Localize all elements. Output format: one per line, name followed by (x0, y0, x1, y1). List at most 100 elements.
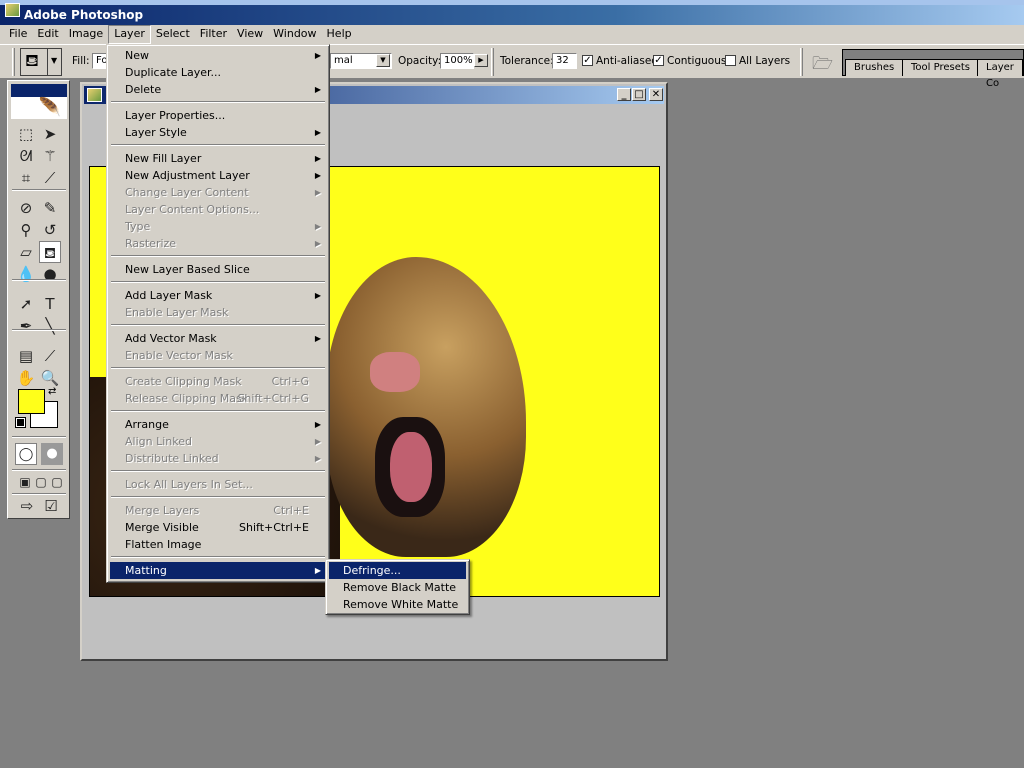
swap-colors-icon[interactable]: ⇄ (48, 386, 56, 397)
menu-item-label: Remove Black Matte (343, 581, 457, 594)
menu-separator (110, 553, 326, 562)
menu-item-defringe[interactable]: Defringe... (329, 562, 466, 579)
menu-item-duplicate-layer[interactable]: Duplicate Layer... (110, 64, 326, 81)
pencil-tool-icon[interactable]: ✎ (39, 197, 61, 219)
menu-window[interactable]: Window (268, 25, 321, 44)
blur-tool-icon[interactable]: 💧 (15, 263, 37, 285)
history-brush-tool-icon[interactable]: ↺ (39, 219, 61, 241)
menu-item-delete[interactable]: Delete ▶ (110, 81, 326, 98)
maximize-button[interactable]: □ (632, 88, 646, 101)
menu-item-new-layer-based-slice[interactable]: New Layer Based Slice (110, 261, 326, 278)
menu-edit[interactable]: Edit (32, 25, 63, 44)
menu-item-label: Arrange (125, 418, 169, 431)
menu-item-label: Create Clipping Mask (125, 375, 242, 388)
toolbox-divider (12, 189, 66, 191)
tool-preset-picker[interactable]: ⛾ ▼ (20, 48, 62, 76)
menu-item-release-clipping-mask[interactable]: Release Clipping Mask Shift+Ctrl+G (110, 390, 326, 407)
menu-item-new-adjustment-layer[interactable]: New Adjustment Layer ▶ (110, 167, 326, 184)
tab-tool-presets[interactable]: Tool Presets (902, 59, 979, 76)
notes-tool-icon[interactable]: ▤ (15, 345, 37, 367)
menu-item-rasterize[interactable]: Rasterize ▶ (110, 235, 326, 252)
contiguous-checkbox[interactable]: ✓ (653, 55, 664, 66)
menu-item-remove-white-matte[interactable]: Remove White Matte (329, 596, 466, 613)
close-button[interactable]: ✕ (649, 88, 663, 101)
healing-brush-tool-icon[interactable]: ⊘ (15, 197, 37, 219)
menu-item-enable-vector-mask[interactable]: Enable Vector Mask (110, 347, 326, 364)
menu-item-layer-properties[interactable]: Layer Properties... (110, 107, 326, 124)
opacity-field[interactable]: 100% (440, 53, 474, 69)
menu-item-change-layer-content[interactable]: Change Layer Content ▶ (110, 184, 326, 201)
tab-brushes[interactable]: Brushes (845, 59, 904, 76)
lasso-tool-icon[interactable]: ᘛ (15, 145, 37, 167)
submenu-arrow-icon: ▶ (314, 334, 321, 343)
file-browser-icon[interactable]: 🗁 (812, 51, 833, 80)
menu-image[interactable]: Image (64, 25, 108, 44)
eyedropper-tool-icon[interactable]: ⟋ (39, 345, 61, 367)
menu-separator (110, 321, 326, 330)
menu-item-arrange[interactable]: Arrange ▶ (110, 416, 326, 433)
menu-item-type[interactable]: Type ▶ (110, 218, 326, 235)
opacity-slider-arrow-icon[interactable]: ▶ (474, 54, 488, 67)
menu-item-layer-style[interactable]: Layer Style ▶ (110, 124, 326, 141)
full-screen-mode-icon[interactable]: ▢ (46, 471, 68, 493)
menu-select[interactable]: Select (151, 25, 195, 44)
menu-item-lock-all-layers-in-set[interactable]: Lock All Layers In Set... (110, 476, 326, 493)
menu-item-matting[interactable]: Matting ▶ (110, 562, 326, 579)
paint-bucket-tool-icon[interactable]: ⛾ (39, 241, 61, 263)
anti-aliased-checkbox[interactable]: ✓ (582, 55, 593, 66)
menu-layer[interactable]: Layer (108, 25, 151, 44)
chevron-down-icon[interactable]: ▼ (376, 54, 390, 67)
mode-select[interactable]: mal ▼ (330, 53, 392, 69)
toolbox-divider (12, 279, 66, 281)
dodge-tool-icon[interactable]: ● (39, 263, 61, 285)
foreground-color-swatch[interactable] (18, 389, 45, 414)
menu-item-label: Rasterize (125, 237, 177, 250)
submenu-arrow-icon: ▶ (314, 437, 321, 446)
menu-filter[interactable]: Filter (195, 25, 232, 44)
standard-mode-icon[interactable]: ◯ (15, 443, 37, 465)
menu-help[interactable]: Help (322, 25, 357, 44)
menu-view[interactable]: View (232, 25, 268, 44)
move-tool-icon[interactable]: ➤ (39, 123, 61, 145)
menu-item-label: Enable Vector Mask (125, 349, 233, 362)
menu-item-distribute-linked[interactable]: Distribute Linked ▶ (110, 450, 326, 467)
hand-tool-icon[interactable]: ✋ (15, 367, 37, 389)
pen-tool-icon[interactable]: ✒ (15, 315, 37, 337)
tolerance-field[interactable]: 32 (552, 53, 577, 69)
type-tool-icon[interactable]: T (39, 293, 61, 315)
magic-wand-tool-icon[interactable]: ⚚ (39, 145, 61, 167)
clone-stamp-tool-icon[interactable]: ⚲ (15, 219, 37, 241)
menu-item-new[interactable]: New ▶ (110, 47, 326, 64)
menu-item-add-vector-mask[interactable]: Add Vector Mask ▶ (110, 330, 326, 347)
menu-item-add-layer-mask[interactable]: Add Layer Mask ▶ (110, 287, 326, 304)
eraser-tool-icon[interactable]: ▱ (15, 241, 37, 263)
menu-item-label: Merge Visible (125, 521, 199, 534)
menu-item-create-clipping-mask[interactable]: Create Clipping Mask Ctrl+G (110, 373, 326, 390)
marquee-tool-icon[interactable]: ⬚ (15, 123, 37, 145)
crop-tool-icon[interactable]: ⌗ (15, 167, 37, 189)
slice-tool-icon[interactable]: ⟋ (39, 167, 61, 189)
checkmark-icon[interactable]: ☑ (40, 495, 62, 517)
menu-item-new-fill-layer[interactable]: New Fill Layer ▶ (110, 150, 326, 167)
quick-mask-mode-icon[interactable]: ● (41, 443, 63, 465)
all-layers-checkbox[interactable] (725, 55, 736, 66)
menu-item-merge-visible[interactable]: Merge Visible Shift+Ctrl+E (110, 519, 326, 536)
menu-file[interactable]: File (4, 25, 32, 44)
line-tool-icon[interactable]: ╲ (39, 315, 61, 337)
menu-item-label: Distribute Linked (125, 452, 219, 465)
menu-item-merge-layers[interactable]: Merge Layers Ctrl+E (110, 502, 326, 519)
options-bar-grip[interactable] (12, 48, 15, 76)
default-colors-icon[interactable] (15, 417, 26, 428)
menu-item-align-linked[interactable]: Align Linked ▶ (110, 433, 326, 450)
menu-item-flatten-image[interactable]: Flatten Image (110, 536, 326, 553)
jump-to-imageready-icon[interactable]: ⇨ (16, 495, 38, 517)
feather-logo-icon[interactable]: 🪶 (11, 97, 67, 119)
path-selection-tool-icon[interactable]: ➚ (15, 293, 37, 315)
menu-item-enable-layer-mask[interactable]: Enable Layer Mask (110, 304, 326, 321)
menu-item-remove-black-matte[interactable]: Remove Black Matte (329, 579, 466, 596)
tab-layer-comps[interactable]: Layer Co (977, 59, 1023, 89)
fill-label: Fill: (72, 55, 90, 67)
menu-item-layer-content-options[interactable]: Layer Content Options... (110, 201, 326, 218)
toolbox-title[interactable] (11, 84, 67, 97)
minimize-button[interactable]: _ (617, 88, 631, 101)
